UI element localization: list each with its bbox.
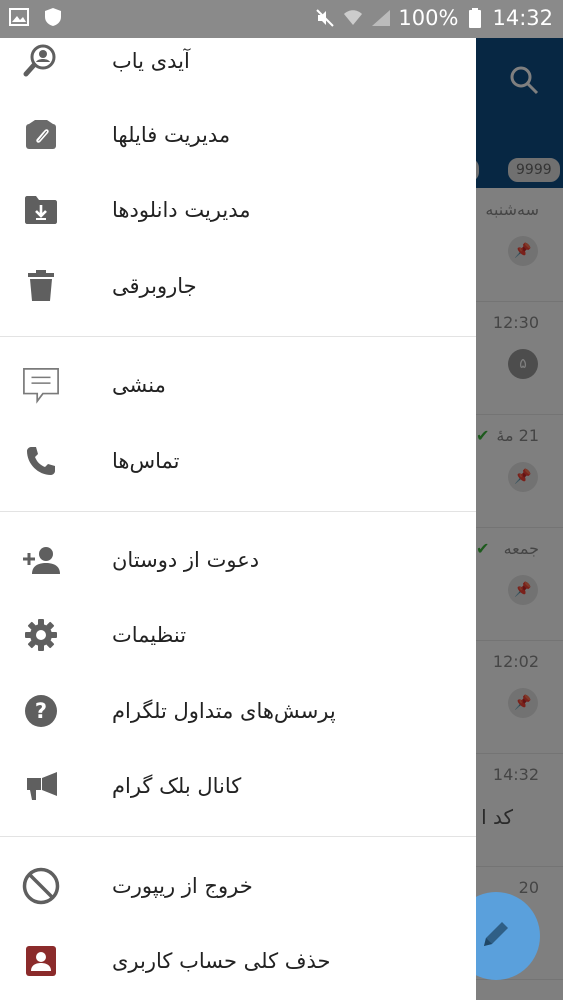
- navigation-drawer: آیدی یاب مدیریت فایلها مدیریت دانلودها ج…: [0, 38, 476, 1000]
- menu-item-blackgram-channel[interactable]: کانال بلک گرام: [0, 749, 476, 823]
- signal-icon: [370, 7, 392, 29]
- folder-download-icon: [22, 191, 60, 229]
- menu-item-faq[interactable]: ? پرسش‌های متداول تلگرام: [0, 674, 476, 748]
- menu-item-label: حذف کلی حساب کاربری: [112, 949, 331, 973]
- menu-item-delete-account[interactable]: حذف کلی حساب کاربری: [0, 924, 476, 998]
- menu-item-label: مدیریت دانلودها: [112, 198, 251, 222]
- menu-item-label: تنظیمات: [112, 623, 187, 647]
- clock: 14:32: [492, 6, 553, 30]
- menu-item-label: دعوت از دوستان: [112, 548, 260, 572]
- menu-item-label: پرسش‌های متداول تلگرام: [112, 699, 336, 723]
- menu-item-secretary[interactable]: منشی: [0, 348, 476, 422]
- menu-item-label: مدیریت فایلها: [112, 123, 231, 147]
- trash-icon: [22, 267, 60, 305]
- menu-divider: [0, 836, 476, 837]
- menu-divider: [0, 336, 476, 337]
- menu-item-cleaner[interactable]: جاروبرقی: [0, 249, 476, 323]
- menu-item-settings[interactable]: تنظیمات: [0, 598, 476, 672]
- search-person-icon: [22, 42, 60, 80]
- menu-item-exit-report[interactable]: خروج از ریپورت: [0, 849, 476, 923]
- svg-text:?: ?: [35, 699, 47, 723]
- menu-item-label: جاروبرقی: [112, 274, 197, 298]
- message-bubble-icon: [22, 366, 60, 404]
- help-icon: ?: [22, 692, 60, 730]
- menu-item-label: تماس‌ها: [112, 449, 180, 473]
- menu-item-invite-friends[interactable]: دعوت از دوستان: [0, 523, 476, 597]
- menu-item-label: منشی: [112, 373, 166, 397]
- menu-item-download-manager[interactable]: مدیریت دانلودها: [0, 173, 476, 247]
- menu-item-label: خروج از ریپورت: [112, 874, 253, 898]
- menu-item-file-manager[interactable]: مدیریت فایلها: [0, 98, 476, 172]
- status-bar: 100% 14:32: [0, 0, 563, 38]
- menu-item-label: کانال بلک گرام: [112, 774, 242, 798]
- menu-divider: [0, 511, 476, 512]
- gear-icon: [22, 616, 60, 654]
- phone-icon: [22, 442, 60, 480]
- account-box-icon: [22, 942, 60, 980]
- wifi-icon: [342, 7, 364, 29]
- image-notification-icon: [8, 6, 30, 28]
- menu-item-label: آیدی یاب: [112, 49, 190, 73]
- add-person-icon: [22, 541, 60, 579]
- menu-item-id-finder[interactable]: آیدی یاب: [0, 38, 476, 98]
- battery-icon: [464, 7, 486, 29]
- menu-item-calls[interactable]: تماس‌ها: [0, 424, 476, 498]
- shield-icon: [42, 6, 64, 28]
- megaphone-icon: [22, 767, 60, 805]
- paperclip-box-icon: [22, 116, 60, 154]
- block-icon: [22, 867, 60, 905]
- mute-icon: [314, 7, 336, 29]
- pencil-icon: [479, 917, 513, 955]
- battery-percent: 100%: [398, 6, 459, 30]
